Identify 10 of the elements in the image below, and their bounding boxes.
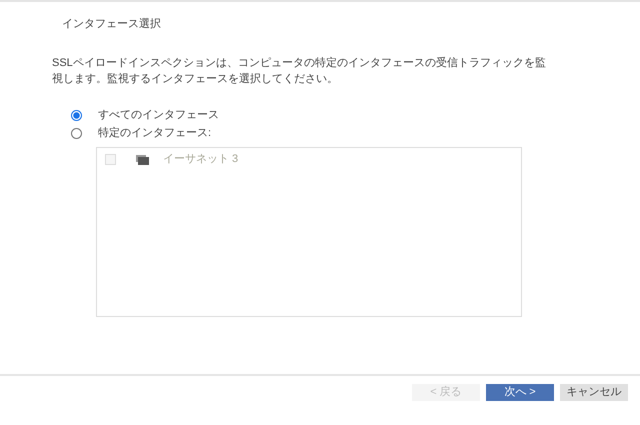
section-title: インタフェース選択 [62, 17, 162, 32]
radio-button[interactable] [71, 128, 82, 139]
interface-label: イーサネット 3 [163, 152, 238, 168]
radio-label[interactable]: 特定のインタフェース: [98, 125, 212, 142]
network-adapter-icon [136, 154, 149, 164]
wizard-button[interactable]: キャンセル [560, 384, 628, 401]
wizard-button[interactable]: 次へ > [486, 384, 554, 401]
radio-button[interactable] [71, 110, 82, 121]
radio-label[interactable]: すべてのインタフェース [98, 107, 219, 124]
description-text: SSLペイロードインスペクションは、コンピュータの特定のインタフェースの受信トラフィックを監視します。監視するインタフェースを選択してください。 [52, 56, 547, 86]
